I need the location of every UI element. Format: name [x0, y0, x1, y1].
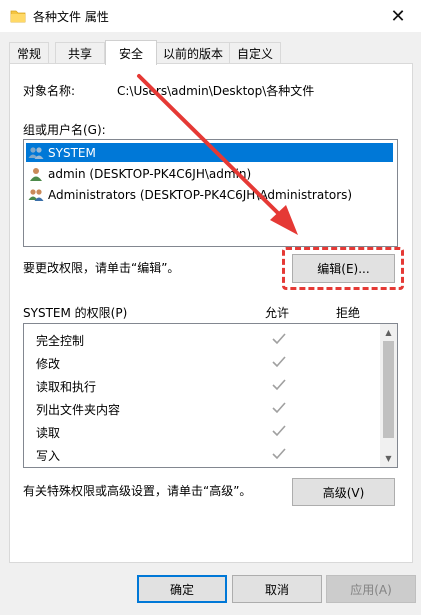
close-button[interactable]: ✕ [375, 0, 421, 32]
user-name: admin (DESKTOP-PK4C6JH\admin) [48, 166, 252, 181]
cancel-button[interactable]: 取消 [232, 575, 322, 603]
user-name: SYSTEM [48, 145, 96, 160]
apply-button[interactable]: 应用(A) [326, 575, 416, 603]
permission-name: 读取和执行 [36, 380, 97, 394]
ok-button[interactable]: 确定 [137, 575, 227, 603]
permission-name: 修改 [36, 357, 61, 371]
user-name: Administrators (DESKTOP-PK4C6JH\Administ… [48, 187, 353, 202]
edit-button-label: 编辑(E)... [317, 262, 370, 276]
edit-hint-text: 要更改权限，请单击“编辑”。 [23, 261, 180, 275]
permission-row: 修改 [24, 351, 379, 374]
ok-button-label: 确定 [169, 582, 194, 597]
permission-name: 列出文件夹内容 [36, 403, 121, 417]
tab-security[interactable]: 安全 [105, 40, 157, 65]
apply-button-label: 应用(A) [350, 582, 392, 597]
user-row-system[interactable]: SYSTEM [26, 143, 393, 162]
object-name-label: 对象名称: [23, 84, 76, 98]
user-row-admin[interactable]: admin (DESKTOP-PK4C6JH\admin) [26, 164, 393, 183]
advanced-button-label: 高级(V) [322, 485, 365, 500]
permission-row: 写入 [24, 443, 379, 466]
tab-general[interactable]: 常规 [9, 42, 49, 63]
scroll-up-icon[interactable]: ▲ [380, 324, 397, 341]
cancel-button-label: 取消 [264, 582, 289, 597]
scroll-thumb[interactable] [383, 341, 394, 438]
check-icon [272, 379, 286, 391]
scroll-down-icon[interactable]: ▼ [380, 450, 397, 467]
users-group-icon [28, 146, 44, 159]
tab-label: 以前的版本 [162, 46, 223, 61]
check-icon [272, 333, 286, 345]
folder-icon [10, 10, 26, 23]
permissions-label: SYSTEM 的权限(P) [23, 306, 128, 320]
permission-name: 完全控制 [36, 334, 85, 348]
object-path: C:\Users\admin\Desktop\各种文件 [117, 84, 315, 98]
title-bar: 各种文件 属性 ✕ [0, 0, 421, 32]
permission-name: 写入 [36, 449, 61, 463]
tab-sharing[interactable]: 共享 [55, 42, 105, 63]
permissions-list[interactable]: 完全控制 修改 读取和执行 列出文件夹内容 读取 写入 ▲ ▼ [23, 323, 398, 468]
users-list[interactable]: SYSTEM admin (DESKTOP-PK4C6JH\admin) Adm… [23, 139, 398, 247]
permission-row: 读取和执行 [24, 374, 379, 397]
advanced-hint-text: 有关特殊权限或高级设置，请单击“高级”。 [23, 484, 252, 498]
check-icon [272, 425, 286, 437]
tab-customize[interactable]: 自定义 [229, 42, 281, 63]
users-group-icon [28, 188, 44, 201]
permissions-scrollbar[interactable]: ▲ ▼ [380, 324, 397, 467]
deny-header: 拒绝 [336, 306, 361, 320]
advanced-button[interactable]: 高级(V) [292, 478, 395, 506]
permission-row: 读取 [24, 420, 379, 443]
tab-label: 共享 [67, 46, 92, 61]
check-icon [272, 402, 286, 414]
edit-button[interactable]: 编辑(E)... [292, 254, 395, 283]
allow-header: 允许 [265, 306, 290, 320]
user-icon [30, 167, 42, 181]
permission-row: 列出文件夹内容 [24, 397, 379, 420]
group-users-label: 组或用户名(G): [23, 123, 106, 137]
tab-label: 安全 [118, 46, 143, 61]
window-title: 各种文件 属性 [33, 10, 109, 24]
check-icon [272, 356, 286, 368]
tab-label: 常规 [16, 46, 41, 61]
tab-label: 自定义 [236, 46, 273, 61]
permission-row: 完全控制 [24, 328, 379, 351]
user-row-administrators[interactable]: Administrators (DESKTOP-PK4C6JH\Administ… [26, 185, 393, 204]
tab-previous-versions[interactable]: 以前的版本 [155, 42, 231, 63]
close-icon: ✕ [390, 5, 406, 27]
permission-name: 读取 [36, 426, 61, 440]
check-icon [272, 448, 286, 460]
